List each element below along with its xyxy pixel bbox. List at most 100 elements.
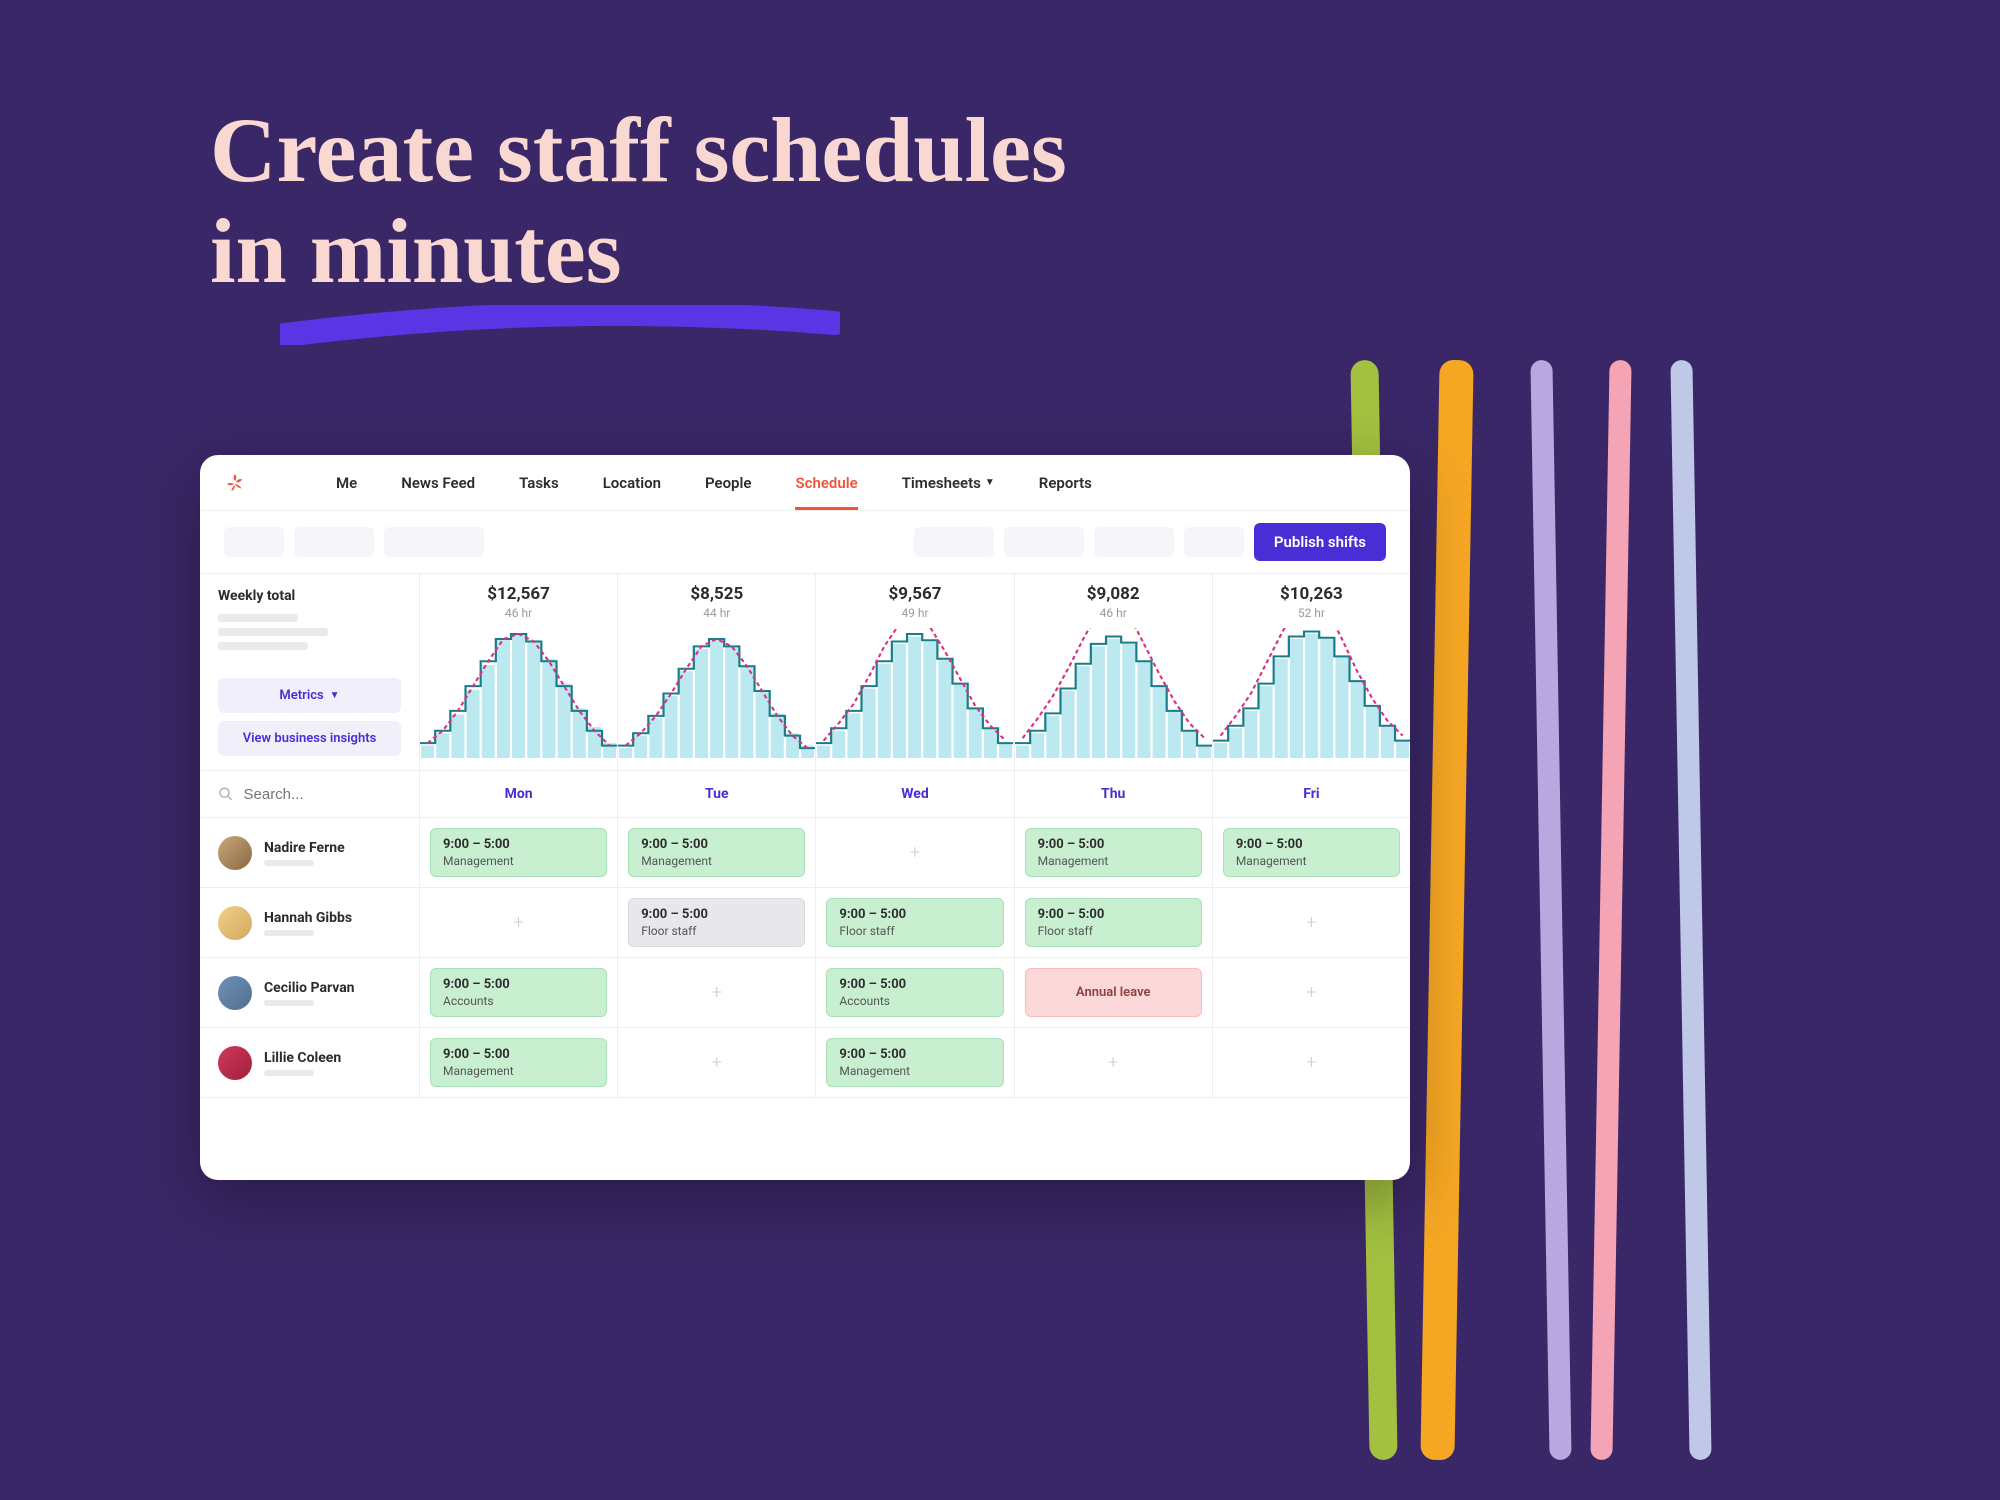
skeleton-line (264, 930, 314, 936)
hero-line1: Create staff schedules (210, 100, 1067, 201)
shift-cell[interactable]: 9:00 – 5:00 Accounts (816, 958, 1014, 1027)
metrics-button[interactable]: Metrics ▼ (218, 678, 401, 713)
day-header-wed[interactable]: Wed (816, 771, 1014, 817)
plus-icon: + (1306, 1052, 1316, 1073)
empty-shift-cell[interactable]: + (1213, 958, 1410, 1027)
toolbar-placeholder[interactable] (224, 527, 284, 557)
shift-time: 9:00 – 5:00 (839, 1047, 990, 1062)
day-amount: $8,525 (618, 584, 815, 604)
nav-item-news-feed[interactable]: News Feed (401, 456, 475, 510)
shift-time: 9:00 – 5:00 (1236, 837, 1387, 852)
toolbar-placeholder[interactable] (1004, 527, 1084, 557)
staff-name: Nadire Ferne (264, 840, 345, 856)
shift-time: 9:00 – 5:00 (443, 1047, 594, 1062)
shift-cell[interactable]: 9:00 – 5:00 Management (420, 1028, 618, 1097)
nav-item-me[interactable]: Me (336, 456, 357, 510)
hero-line2: in minutes (210, 201, 1067, 302)
shift-block: 9:00 – 5:00 Management (1025, 828, 1202, 877)
nav-item-schedule[interactable]: Schedule (795, 456, 857, 510)
shift-cell[interactable]: Annual leave (1015, 958, 1213, 1027)
staff-row: Hannah Gibbs + 9:00 – 5:00 Floor staff 9… (200, 888, 1410, 958)
skeleton-line (264, 1000, 314, 1006)
shift-cell[interactable]: 9:00 – 5:00 Management (420, 818, 618, 887)
staff-name: Lillie Coleen (264, 1050, 341, 1066)
shift-role: Management (641, 854, 792, 868)
toolbar-placeholder[interactable] (294, 527, 374, 557)
publish-shifts-button[interactable]: Publish shifts (1254, 523, 1386, 561)
shift-time: 9:00 – 5:00 (443, 837, 594, 852)
nav-item-location[interactable]: Location (603, 456, 661, 510)
skeleton-line (264, 1070, 314, 1076)
plus-icon: + (1108, 1052, 1118, 1073)
skeleton-line (218, 614, 298, 622)
day-chart (618, 628, 815, 758)
staff-row: Cecilio Parvan 9:00 – 5:00 Accounts + 9:… (200, 958, 1410, 1028)
skeleton-line (264, 860, 314, 866)
day-amount: $12,567 (420, 584, 617, 604)
toolbar-placeholder[interactable] (1094, 527, 1174, 557)
shift-role: Management (1038, 854, 1189, 868)
staff-name: Hannah Gibbs (264, 910, 352, 926)
day-header-thu[interactable]: Thu (1015, 771, 1213, 817)
shift-cell[interactable]: 9:00 – 5:00 Management (618, 818, 816, 887)
empty-shift-cell[interactable]: + (618, 1028, 816, 1097)
search-icon (218, 785, 234, 803)
toolbar-placeholder[interactable] (914, 527, 994, 557)
shift-block: 9:00 – 5:00 Management (430, 828, 607, 877)
app-window: Me News Feed Tasks Location People Schedule Ti… (200, 455, 1410, 1180)
nav-item-tasks[interactable]: Tasks (519, 456, 559, 510)
shift-block: 9:00 – 5:00 Floor staff (1025, 898, 1202, 947)
empty-shift-cell[interactable]: + (1213, 888, 1410, 957)
empty-shift-cell[interactable]: + (618, 958, 816, 1027)
day-hours: 49 hr (816, 606, 1013, 620)
nav-item-people[interactable]: People (705, 456, 752, 510)
empty-shift-cell[interactable]: + (420, 888, 618, 957)
day-chart (420, 628, 617, 758)
toolbar-placeholder[interactable] (1184, 527, 1244, 557)
staff-cell: Lillie Coleen (200, 1028, 420, 1097)
leave-badge: Annual leave (1025, 968, 1202, 1017)
nav-item-reports[interactable]: Reports (1039, 456, 1092, 510)
avatar (218, 906, 252, 940)
decorative-stripes (1360, 360, 1860, 1460)
plus-icon: + (514, 912, 524, 933)
nav-item-timesheets[interactable]: Timesheets▼ (902, 456, 995, 510)
weekly-total-title: Weekly total (218, 588, 401, 604)
day-chart (1213, 628, 1410, 758)
shift-cell[interactable]: 9:00 – 5:00 Floor staff (1015, 888, 1213, 957)
shift-cell[interactable]: 9:00 – 5:00 Floor staff (816, 888, 1014, 957)
shift-cell[interactable]: 9:00 – 5:00 Management (816, 1028, 1014, 1097)
top-nav: Me News Feed Tasks Location People Schedule Ti… (200, 455, 1410, 511)
staff-cell: Hannah Gibbs (200, 888, 420, 957)
empty-shift-cell[interactable]: + (816, 818, 1014, 887)
day-chart (816, 628, 1013, 758)
toolbar-placeholder[interactable] (384, 527, 484, 557)
shift-block: 9:00 – 5:00 Floor staff (628, 898, 805, 947)
day-total-column: $10,263 52 hr (1213, 574, 1410, 770)
shift-cell[interactable]: 9:00 – 5:00 Management (1213, 818, 1410, 887)
shift-role: Management (443, 1064, 594, 1078)
day-header-tue[interactable]: Tue (618, 771, 816, 817)
shift-cell[interactable]: 9:00 – 5:00 Accounts (420, 958, 618, 1027)
shift-time: 9:00 – 5:00 (1038, 837, 1189, 852)
view-insights-button[interactable]: View business insights (218, 721, 401, 756)
shift-role: Management (1236, 854, 1387, 868)
day-header-mon[interactable]: Mon (420, 771, 618, 817)
plus-icon: + (1306, 912, 1316, 933)
staff-row: Lillie Coleen 9:00 – 5:00 Management + 9… (200, 1028, 1410, 1098)
empty-shift-cell[interactable]: + (1213, 1028, 1410, 1097)
day-hours: 46 hr (1015, 606, 1212, 620)
staff-row: Nadire Ferne 9:00 – 5:00 Management 9:00… (200, 818, 1410, 888)
shift-cell[interactable]: 9:00 – 5:00 Management (1015, 818, 1213, 887)
shift-cell[interactable]: 9:00 – 5:00 Floor staff (618, 888, 816, 957)
empty-shift-cell[interactable]: + (1015, 1028, 1213, 1097)
day-header-fri[interactable]: Fri (1213, 771, 1410, 817)
shift-time: 9:00 – 5:00 (443, 977, 594, 992)
underline-decoration (280, 305, 840, 345)
shift-role: Floor staff (641, 924, 792, 938)
day-chart (1015, 628, 1212, 758)
shift-time: 9:00 – 5:00 (641, 907, 792, 922)
app-logo-icon (224, 472, 246, 494)
shift-block: 9:00 – 5:00 Management (826, 1038, 1003, 1087)
search-input[interactable] (244, 786, 402, 803)
